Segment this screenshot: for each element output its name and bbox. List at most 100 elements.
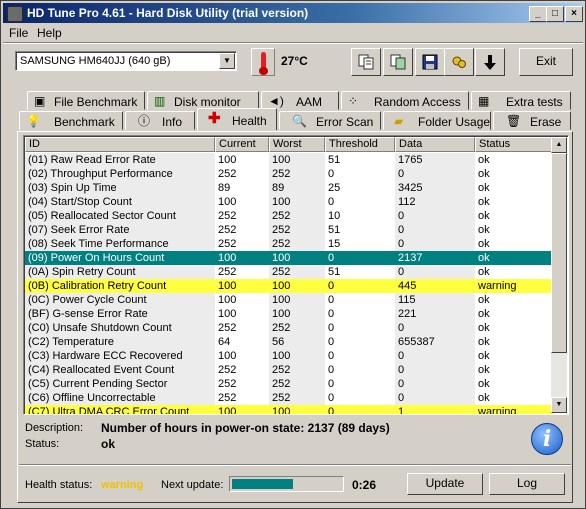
tab-health[interactable]: ✚ Health (197, 108, 277, 130)
table-row[interactable]: (09) Power On Hours Count 100 100 0 2137 ok (25, 251, 555, 265)
cell-threshold: 51 (328, 154, 341, 166)
random-access-icon: ⁘ (348, 94, 359, 108)
cell-worst: 252 (269, 321, 325, 335)
table-row[interactable]: (0A) Spin Retry Count 252 252 51 0 ok (25, 265, 555, 279)
cell-worst: 100 (269, 307, 325, 321)
copy-screenshot-icon (390, 54, 406, 70)
down-arrow-button[interactable] (475, 48, 505, 76)
cell-id: (09) Power On Hours Count (25, 251, 215, 265)
vertical-scrollbar[interactable]: ▲ ▼ (551, 137, 567, 413)
cell-worst: 100 (269, 405, 325, 414)
update-button[interactable]: Update (407, 473, 483, 495)
cell-id: (02) Throughput Performance (25, 167, 215, 181)
temperature-readout: 27°C (281, 54, 308, 68)
health-status-value: warning (101, 479, 144, 491)
cell-id: (C4) Reallocated Event Count (25, 363, 215, 377)
copy-text-button[interactable] (351, 48, 381, 76)
cell-data: 0 (395, 349, 475, 363)
table-row[interactable]: (C5) Current Pending Sector 252 252 0 0 ok (25, 377, 555, 391)
menu-help[interactable]: Help (37, 26, 62, 40)
save-icon (422, 54, 438, 70)
table-row[interactable]: (03) Spin Up Time 89 89 25 3425 ok (25, 181, 555, 195)
cell-current: 252 (218, 322, 237, 334)
log-button[interactable]: Log (489, 473, 565, 495)
cell-status: ok (478, 196, 490, 208)
options-button[interactable] (444, 48, 474, 76)
table-row[interactable]: (C4) Reallocated Event Count 252 252 0 0 ok (25, 363, 555, 377)
cell-worst: 252 (269, 363, 325, 377)
cell-id: (07) Seek Error Rate (25, 223, 215, 237)
table-row[interactable]: (05) Reallocated Sector Count 252 252 10 0 ok (25, 209, 555, 223)
tab-random-access[interactable]: ⁘ Random Access (341, 91, 469, 110)
column-status[interactable]: Status (475, 137, 555, 152)
cell-threshold: 0 (328, 336, 335, 348)
column-threshold[interactable]: Threshold (325, 137, 395, 152)
tab-benchmark[interactable]: 💡 Benchmark (19, 111, 123, 130)
dropdown-arrow-icon[interactable]: ▼ (219, 53, 235, 69)
cell-data: 0 (395, 391, 475, 405)
table-row[interactable]: (01) Raw Read Error Rate 100 100 51 1765 ok (25, 153, 555, 167)
table-row[interactable]: (08) Seek Time Performance 252 252 15 0 ok (25, 237, 555, 251)
table-row[interactable]: (C7) Ultra DMA CRC Error Count 100 100 0 1 wa… (25, 405, 555, 414)
column-data[interactable]: Data (395, 137, 475, 152)
cell-current: 100 (218, 294, 237, 306)
table-row[interactable]: (BF) G-sense Error Rate 100 100 0 221 ok (25, 307, 555, 321)
menu-separator (3, 42, 583, 44)
minimize-button[interactable]: _ (529, 6, 547, 22)
cell-threshold: 0 (328, 364, 335, 376)
cell-worst: 100 (269, 153, 325, 167)
table-row[interactable]: (04) Start/Stop Count 100 100 0 112 ok (25, 195, 555, 209)
cell-worst: 252 (269, 265, 325, 279)
column-current[interactable]: Current (215, 137, 269, 152)
cell-status: ok (478, 378, 490, 390)
tab-error-scan[interactable]: 🔍 Error Scan (279, 111, 381, 130)
cell-id: (03) Spin Up Time (25, 181, 215, 195)
cell-worst: 100 (269, 251, 325, 265)
tab-info[interactable]: ⓘ Info (125, 111, 195, 130)
maximize-button[interactable]: □ (546, 6, 564, 22)
drive-select[interactable]: SAMSUNG HM640JJ (640 gB) ▼ (15, 51, 237, 71)
cell-current: 100 (218, 154, 237, 166)
cell-status: ok (478, 238, 490, 250)
table-row[interactable]: (0C) Power Cycle Count 100 100 0 115 ok (25, 293, 555, 307)
table-row[interactable]: (C6) Offline Uncorrectable 252 252 0 0 ok (25, 391, 555, 405)
cell-data: 112 (395, 195, 475, 209)
table-row[interactable]: (07) Seek Error Rate 252 252 51 0 ok (25, 223, 555, 237)
cell-threshold: 0 (328, 168, 335, 180)
cell-threshold: 0 (328, 308, 335, 320)
table-row[interactable]: (02) Throughput Performance 252 252 0 0 ok (25, 167, 555, 181)
save-button[interactable] (415, 48, 445, 76)
cell-current: 100 (218, 350, 237, 362)
cell-status: ok (478, 308, 490, 320)
exit-button[interactable]: Exit (519, 48, 573, 76)
title-bar[interactable]: HD Tune Pro 4.61 - Hard Disk Utility (tr… (3, 3, 583, 23)
table-row[interactable]: (C0) Unsafe Shutdown Count 252 252 0 0 ok (25, 321, 555, 335)
tab-folder-usage[interactable]: ▰ Folder Usage (383, 111, 491, 130)
cell-status: ok (478, 266, 490, 278)
column-id[interactable]: ID (25, 137, 215, 152)
next-update-progress (229, 476, 344, 492)
cell-threshold: 0 (328, 378, 335, 390)
table-row[interactable]: (C3) Hardware ECC Recovered 100 100 0 0 ok (25, 349, 555, 363)
close-button[interactable]: × (565, 6, 583, 22)
scroll-thumb[interactable] (551, 153, 567, 353)
cell-status: ok (478, 154, 490, 166)
info-icon[interactable]: i (531, 423, 563, 455)
scroll-down-icon[interactable]: ▼ (551, 397, 567, 413)
column-worst[interactable]: Worst (269, 137, 325, 152)
cell-data: 0 (395, 237, 475, 251)
cell-current: 89 (218, 182, 231, 194)
smart-attributes-table[interactable]: ID Current Worst Threshold Data Status (… (23, 135, 569, 415)
cell-data: 115 (395, 293, 475, 307)
cell-current: 252 (218, 224, 237, 236)
cell-worst: 100 (269, 349, 325, 363)
tab-extra-tests[interactable]: ▦ Extra tests (471, 91, 571, 110)
table-row[interactable]: (C2) Temperature 64 56 0 655387 ok (25, 335, 555, 349)
tab-erase[interactable]: 🗑 Erase (493, 111, 571, 130)
table-row[interactable]: (0B) Calibration Retry Count 100 100 0 445 wa… (25, 279, 555, 293)
scroll-up-icon[interactable]: ▲ (551, 137, 567, 153)
tab-file-benchmark[interactable]: ▣ File Benchmark (27, 91, 145, 110)
cell-worst: 252 (269, 209, 325, 223)
copy-screenshot-button[interactable] (383, 48, 413, 76)
menu-file[interactable]: File (9, 26, 28, 40)
